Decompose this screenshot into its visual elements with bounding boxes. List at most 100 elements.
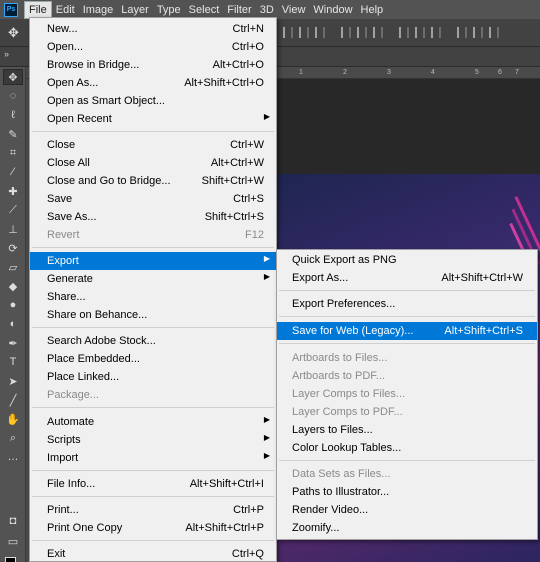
menu-item-place-linked[interactable]: Place Linked... <box>30 368 276 386</box>
screen-mode-icon[interactable]: ▭ <box>3 533 23 549</box>
dodge-icon[interactable]: ◐ <box>3 316 23 332</box>
menu-item-layers-to-files[interactable]: Layers to Files... <box>277 421 537 439</box>
hand-icon[interactable]: ✋ <box>3 411 23 427</box>
menu-file[interactable]: File <box>24 0 52 19</box>
distribute-top-icon[interactable] <box>399 27 409 38</box>
submenu-arrow-icon: ▶ <box>263 112 270 121</box>
menu-edit[interactable]: Edit <box>52 2 79 18</box>
menu-item-label: Layer Comps to Files... <box>292 388 406 400</box>
align-vcenter-icon[interactable] <box>299 27 309 38</box>
distribute-vcenter-icon[interactable] <box>415 27 425 38</box>
menu-item-place-embedded[interactable]: Place Embedded... <box>30 350 276 368</box>
menu-view[interactable]: View <box>278 2 310 18</box>
quick-mask-icon[interactable]: ◘ <box>3 513 23 529</box>
more-tools-icon[interactable]: … <box>3 449 23 465</box>
menu-item-close-go-bridge[interactable]: Close and Go to Bridge... Shift+Ctrl+W <box>30 172 276 190</box>
menu-item-save-as[interactable]: Save As... Shift+Ctrl+S <box>30 208 276 226</box>
menu-item-exit[interactable]: Exit Ctrl+Q <box>30 545 276 562</box>
menu-item-quick-export-png[interactable]: Quick Export as PNG <box>277 251 537 269</box>
distribute-right-icon[interactable] <box>489 27 499 38</box>
menu-item-open-as[interactable]: Open As... Alt+Shift+Ctrl+O <box>30 74 276 92</box>
align-left-icon[interactable] <box>341 27 351 38</box>
menu-separator <box>279 290 535 291</box>
menu-item-close[interactable]: Close Ctrl+W <box>30 136 276 154</box>
menu-item-label: Zoomify... <box>292 522 340 534</box>
menu-item-generate[interactable]: Generate ▶ <box>30 270 276 288</box>
align-hcenter-icon[interactable] <box>357 27 367 38</box>
menu-item-open[interactable]: Open... Ctrl+O <box>30 38 276 56</box>
pen-icon[interactable]: ✒ <box>3 335 23 351</box>
menu-item-close-all[interactable]: Close All Alt+Ctrl+W <box>30 154 276 172</box>
menu-help[interactable]: Help <box>357 2 388 18</box>
menu-3d[interactable]: 3D <box>256 2 278 18</box>
menu-item-open-smart-object[interactable]: Open as Smart Object... <box>30 92 276 110</box>
menu-item-save-for-web[interactable]: Save for Web (Legacy)... Alt+Shift+Ctrl+S <box>277 322 537 340</box>
align-bottom-icon[interactable] <box>315 27 325 38</box>
menu-item-import[interactable]: Import ▶ <box>30 449 276 467</box>
foreground-color-swatch[interactable] <box>5 557 16 562</box>
collapse-toolbar-icon[interactable]: » <box>4 49 9 59</box>
distribute-hcenter-icon[interactable] <box>473 27 483 38</box>
brush-icon[interactable]: ⟋ <box>3 202 23 218</box>
menu-item-open-recent[interactable]: Open Recent ▶ <box>30 110 276 128</box>
menu-item-render-video[interactable]: Render Video... <box>277 501 537 519</box>
menu-item-zoomify[interactable]: Zoomify... <box>277 519 537 537</box>
menu-item-scripts[interactable]: Scripts ▶ <box>30 431 276 449</box>
menu-item-label: Save for Web (Legacy)... <box>292 325 414 337</box>
lasso-icon[interactable]: ℓ <box>3 107 23 123</box>
menu-layer[interactable]: Layer <box>117 2 153 18</box>
menu-item-print-one-copy[interactable]: Print One Copy Alt+Shift+Ctrl+P <box>30 519 276 537</box>
submenu-arrow-icon: ▶ <box>263 415 270 424</box>
history-brush-icon[interactable]: ⟳ <box>3 240 23 256</box>
menu-select[interactable]: Select <box>185 2 224 18</box>
menu-item-print[interactable]: Print... Ctrl+P <box>30 501 276 519</box>
menu-item-browse-in-bridge[interactable]: Browse in Bridge... Alt+Ctrl+O <box>30 56 276 74</box>
menu-item-paths-to-illustrator[interactable]: Paths to Illustrator... <box>277 483 537 501</box>
menu-item-export[interactable]: Export ▶ <box>30 252 276 270</box>
clone-stamp-icon[interactable]: ⊥ <box>3 221 23 237</box>
healing-brush-icon[interactable]: ✚ <box>3 183 23 199</box>
menu-item-share-behance[interactable]: Share on Behance... <box>30 306 276 324</box>
blur-icon[interactable]: ● <box>3 297 23 313</box>
align-top-icon[interactable] <box>283 27 293 38</box>
align-right-icon[interactable] <box>373 27 383 38</box>
menu-item-share[interactable]: Share... <box>30 288 276 306</box>
export-submenu: Quick Export as PNG Export As... Alt+Shif… <box>276 249 538 540</box>
shortcut-label: Ctrl+W <box>230 139 264 151</box>
menu-item-color-lookup-tables[interactable]: Color Lookup Tables... <box>277 439 537 457</box>
ruler-tick: 5 <box>475 69 479 76</box>
menu-item-export-as[interactable]: Export As... Alt+Shift+Ctrl+W <box>277 269 537 287</box>
marquee-icon[interactable]: ◌ <box>3 88 23 104</box>
paint-bucket-icon[interactable]: ◆ <box>3 278 23 294</box>
eraser-icon[interactable]: ▱ <box>3 259 23 275</box>
move-tool-icon[interactable]: ✥ <box>8 25 19 41</box>
menu-item-label: Close <box>47 139 76 151</box>
zoom-icon[interactable]: ⌕ <box>3 430 23 446</box>
menu-item-export-preferences[interactable]: Export Preferences... <box>277 295 537 313</box>
menu-item-automate[interactable]: Automate ▶ <box>30 413 276 431</box>
distribute-left-icon[interactable] <box>457 27 467 38</box>
menu-item-label: File Info... <box>47 478 96 490</box>
menu-image[interactable]: Image <box>79 2 118 18</box>
type-icon[interactable]: T <box>3 354 23 370</box>
menu-window[interactable]: Window <box>309 2 356 18</box>
menu-item-new[interactable]: New... Ctrl+N <box>30 20 276 38</box>
menu-item-label: Share... <box>47 291 86 303</box>
photoshop-logo[interactable]: Ps <box>4 2 18 17</box>
menu-item-label: Quick Export as PNG <box>292 254 397 266</box>
menu-type[interactable]: Type <box>153 2 185 18</box>
crop-icon[interactable]: ⌗ <box>3 145 23 161</box>
eyedropper-icon[interactable]: ⁄ <box>3 164 23 180</box>
menu-item-save[interactable]: Save Ctrl+S <box>30 190 276 208</box>
shortcut-label: Shift+Ctrl+W <box>201 175 264 187</box>
menu-item-search-stock[interactable]: Search Adobe Stock... <box>30 332 276 350</box>
menu-item-file-info[interactable]: File Info... Alt+Shift+Ctrl+I <box>30 475 276 493</box>
shape-icon[interactable]: ╱ <box>3 392 23 408</box>
distribute-bottom-icon[interactable] <box>431 27 441 38</box>
menu-filter[interactable]: Filter <box>223 2 255 18</box>
path-selection-icon[interactable]: ➤ <box>3 373 23 389</box>
quick-selection-icon[interactable]: ✎ <box>3 126 23 142</box>
move-icon[interactable]: ✥ <box>3 69 23 85</box>
ruler-tick: 7 <box>515 69 519 76</box>
shortcut-label: Alt+Shift+Ctrl+S <box>444 325 523 337</box>
